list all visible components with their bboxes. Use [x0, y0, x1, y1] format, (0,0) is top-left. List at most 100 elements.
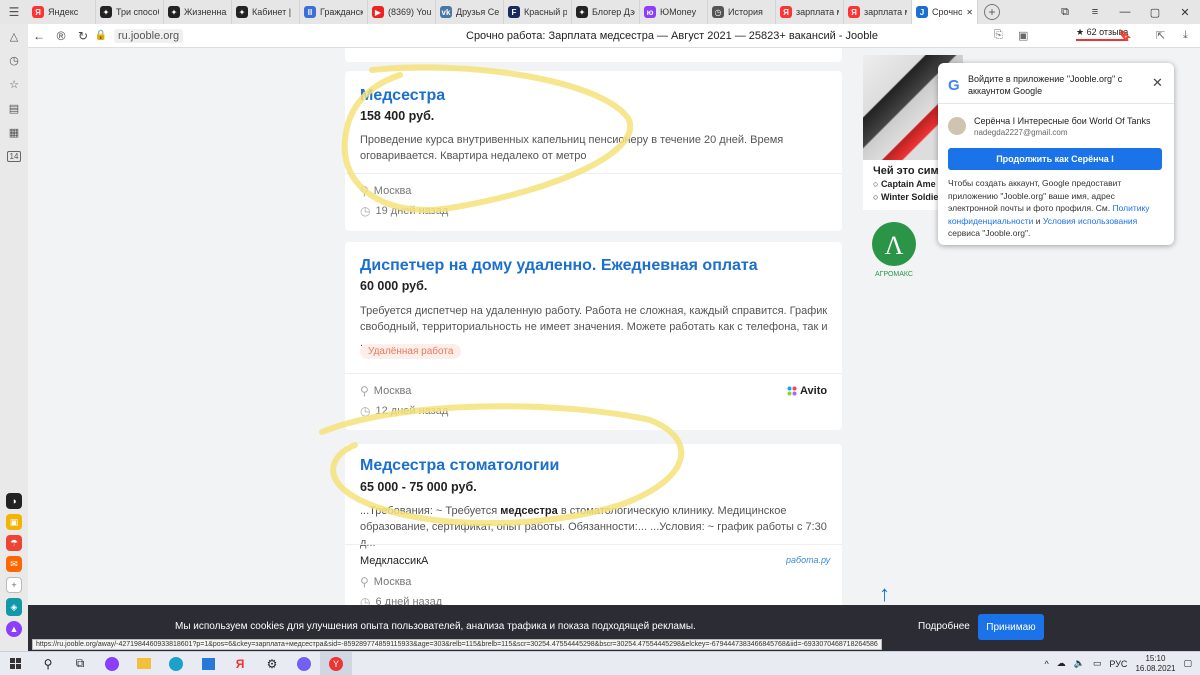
close-tab-icon[interactable]: ✕ [966, 8, 973, 17]
file-explorer-icon[interactable] [128, 652, 160, 675]
network-icon[interactable]: ☁ [1057, 658, 1066, 669]
avito-text: Avito [800, 385, 828, 397]
tab-favicon-icon: ▶ [372, 6, 384, 18]
desc-text: ...Требования: ~ Требуется [360, 505, 501, 517]
add-app-icon[interactable]: + [6, 577, 22, 593]
notifications-icon[interactable]: ▢ [1183, 658, 1192, 669]
battery-icon[interactable]: ▭ [1093, 658, 1102, 669]
pin-icon: ⚲ [360, 575, 369, 589]
browser-tab[interactable]: ▶ (8369) YouT [368, 0, 436, 24]
job-card[interactable]: Диспетчер на дому удаленно. Ежедневная о… [345, 242, 842, 430]
alice-taskbar-icon[interactable] [96, 652, 128, 675]
language-indicator[interactable]: РУС [1109, 659, 1127, 669]
job-title[interactable]: Диспетчер на дому удаленно. Ежедневная о… [360, 257, 758, 275]
sidebar-apps: ◑ ▣ ☂ ✉ + ◈ ▲ [0, 490, 28, 642]
job-title[interactable]: Медсестра [360, 87, 445, 105]
alice-icon[interactable]: △ [0, 24, 28, 48]
location-text: Москва [373, 576, 412, 588]
browser-tab[interactable]: ◷ История [708, 0, 776, 24]
viber-icon[interactable] [288, 652, 320, 675]
ad-item-text: Winter Soldie [880, 192, 939, 202]
tab-label: Жизненная [184, 7, 227, 17]
alice-bottom-icon[interactable]: ▲ [6, 621, 22, 637]
notes-icon[interactable]: ▦ [0, 120, 28, 144]
tab-favicon-icon: vk [440, 6, 452, 18]
app-icon-timer[interactable]: ◑ [6, 493, 22, 509]
job-location: ⚲ Москва [360, 575, 411, 589]
windows-start-icon[interactable] [0, 652, 32, 675]
store-icon[interactable] [192, 652, 224, 675]
translate-icon[interactable]: ⎘ [994, 29, 1003, 42]
job-title[interactable]: Медсестра стоматологии [360, 457, 559, 475]
browser-tab[interactable]: Язарплата м [844, 0, 912, 24]
url-field[interactable]: ru.jooble.org [114, 28, 184, 43]
app-icon-market[interactable]: ▣ [6, 514, 22, 530]
popup-title: Войдите в приложение "Jooble.org" с акка… [968, 74, 1123, 96]
edge-icon[interactable] [160, 652, 192, 675]
cookie-accept-button[interactable]: Принимаю [978, 614, 1044, 640]
calendar-icon[interactable]: 14 [0, 144, 28, 168]
tab-favicon-icon: Я [848, 6, 860, 18]
protect-icon[interactable]: ® [50, 29, 72, 43]
job-card[interactable]: Медсестра 158 400 руб. Проведение курса … [345, 71, 842, 231]
browser-tab[interactable]: vk Друзья Се [436, 0, 504, 24]
browser-tab[interactable]: J Срочно ✕ [912, 0, 978, 24]
close-popup-icon[interactable]: ✕ [1152, 75, 1163, 91]
desc-highlight: медсестра [500, 505, 558, 517]
browser-tab[interactable]: F Красный р [504, 0, 572, 24]
tab-label: Три способ [116, 7, 159, 17]
mail-icon[interactable]: ✉ [6, 556, 22, 572]
maximize-icon[interactable]: ▢ [1140, 0, 1170, 24]
collections-icon[interactable]: ▤ [0, 96, 28, 120]
job-age: ◷ 12 дней назад [360, 404, 448, 418]
browser-menu-icon[interactable]: ≡ [1080, 0, 1110, 24]
continue-button[interactable]: Продолжить как Серёнча I [948, 148, 1162, 170]
account-email: nadegda2227@gmail.com [974, 128, 1068, 137]
reader-icon[interactable]: ▣ [1018, 29, 1028, 42]
tab-favicon-icon: Я [780, 6, 792, 18]
browser-tab[interactable]: ✦ Кабинет | [232, 0, 300, 24]
browser-tab[interactable]: Язарплата м [776, 0, 844, 24]
volume-icon[interactable]: 🔈 [1074, 658, 1085, 669]
bookmark-icon[interactable]: 🔖 [1118, 29, 1132, 42]
browser-tab[interactable]: ✦ Жизненная [164, 0, 232, 24]
close-window-icon[interactable]: ✕ [1170, 0, 1200, 24]
download-icon[interactable]: ⤓ [1183, 29, 1188, 42]
yandex-browser-icon[interactable]: Y [320, 651, 352, 675]
tab-bar: ☰ Я Яндекс ✦ Три способ ✦ Жизненная ✦ Кабинет |… [0, 0, 1200, 24]
settings-icon[interactable]: ⚙ [256, 652, 288, 675]
search-icon[interactable]: ⚲ [32, 652, 64, 675]
tabs-overview-icon[interactable]: ⧉ [1050, 0, 1080, 24]
menu-icon[interactable]: ☰ [0, 0, 28, 24]
tab-favicon-icon: ◷ [712, 6, 724, 18]
browser-tab[interactable]: ✦ Блогер Дзе [572, 0, 640, 24]
popup-info: Чтобы создать аккаунт, Google предостави… [948, 177, 1164, 240]
terms-link[interactable]: Условия использования [1043, 216, 1137, 226]
tray-arrow-icon[interactable]: ^ [1044, 659, 1048, 669]
browser-tab[interactable]: ю ЮMoney [640, 0, 708, 24]
clock-date: 16.08.2021 [1135, 663, 1176, 673]
browser-tab[interactable]: II Гражданск [300, 0, 368, 24]
clock[interactable]: 15:10 16.08.2021 [1135, 654, 1175, 674]
scroll-top-icon[interactable]: ↑ [879, 583, 890, 605]
google-g-icon: G [948, 77, 960, 94]
history-icon[interactable]: ◷ [0, 48, 28, 72]
cookie-more-link[interactable]: Подробнее [918, 621, 970, 632]
tab-label: Красный р [524, 7, 567, 17]
app-icon-delivery[interactable]: ☂ [6, 535, 22, 551]
new-tab-button[interactable]: + [984, 4, 1000, 20]
reload-icon[interactable]: ↻ [72, 29, 94, 43]
favorites-icon[interactable]: ☆ [0, 72, 28, 96]
messenger-icon[interactable]: ◈ [6, 598, 22, 616]
browser-tab[interactable]: Я Яндекс [28, 0, 96, 24]
tab-favicon-icon: J [916, 6, 928, 18]
yandex-icon[interactable]: Я [224, 652, 256, 675]
task-view-icon[interactable]: ⧉ [64, 652, 96, 675]
agromax-logo[interactable]: Λ АГРОМАКС [863, 220, 925, 280]
tab-favicon-icon: F [508, 6, 520, 18]
browser-tab[interactable]: ✦ Три способ [96, 0, 164, 24]
minimize-icon[interactable]: — [1110, 0, 1140, 24]
share-icon[interactable]: ⇱ [1156, 29, 1165, 42]
job-card[interactable]: Медсестра стоматологии 65 000 - 75 000 р… [345, 444, 842, 605]
back-icon[interactable]: ← [28, 29, 50, 43]
